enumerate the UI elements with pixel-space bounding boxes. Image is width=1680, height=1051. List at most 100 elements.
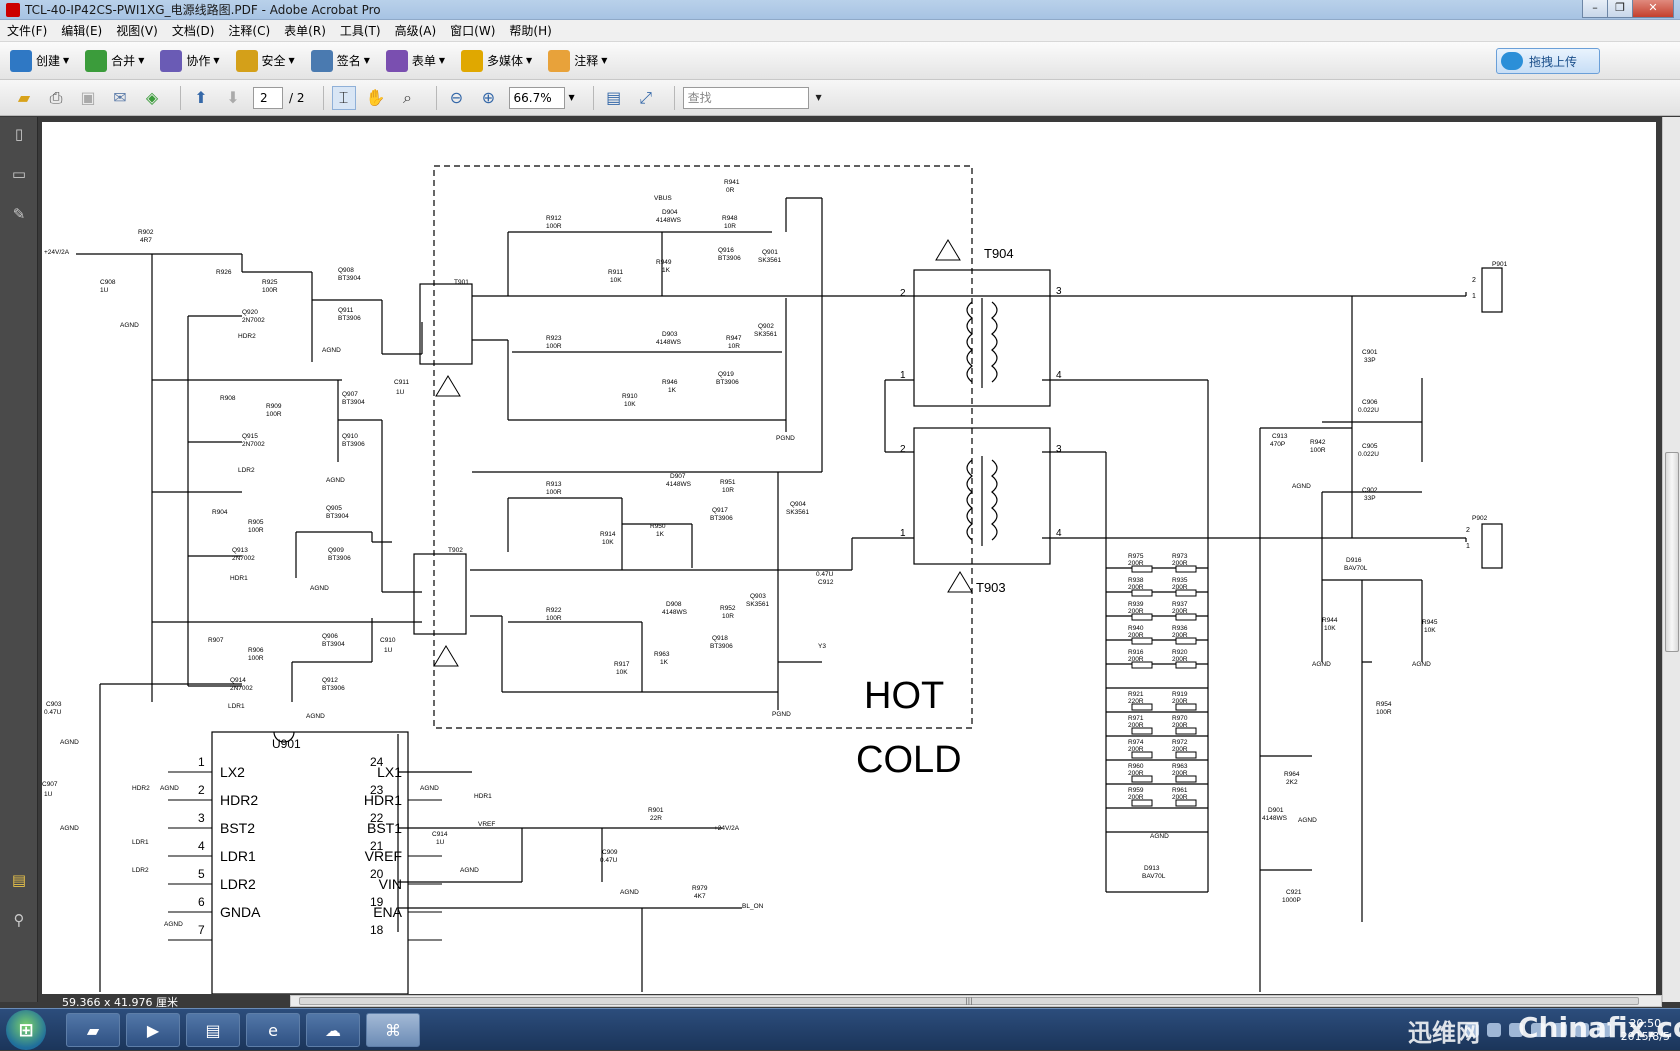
pages-panel-icon[interactable]: ▯ <box>8 123 30 145</box>
cloud-drive-task-icon[interactable]: ☁ <box>306 1013 360 1047</box>
media-player-task-icon[interactable]: ▶ <box>126 1013 180 1047</box>
task-button-5[interactable]: 表单 ▼ <box>385 49 445 72</box>
internet-explorer-task-icon[interactable]: e <box>246 1013 300 1047</box>
paperclip-icon[interactable]: ⚲ <box>8 909 30 931</box>
component-label: 1U <box>100 287 109 294</box>
component-label: HDR1 <box>230 575 248 582</box>
task-button-1[interactable]: 合并 ▼ <box>85 49 144 72</box>
vertical-scroll-thumb[interactable] <box>1665 452 1679 652</box>
explorer-task-icon[interactable]: ▰ <box>66 1013 120 1047</box>
t903-pin: 1 <box>900 528 906 539</box>
next-page-icon[interactable]: ⬇ <box>221 86 245 110</box>
component-label: R942 <box>1310 439 1326 446</box>
menu-item-0[interactable]: 文件(F) <box>0 22 54 39</box>
p902-pin: 2 <box>1466 527 1470 534</box>
select-tool-icon[interactable]: ⌶ <box>331 85 356 110</box>
component-label: R947 <box>726 335 742 342</box>
component-label: Q902 <box>758 323 774 330</box>
t904-pin: 4 <box>1056 370 1062 381</box>
resistor-value: 200R <box>1172 608 1188 615</box>
zoom-level-input[interactable]: 66.7% <box>508 86 565 109</box>
wire <box>884 379 914 453</box>
menu-item-3[interactable]: 文档(D) <box>165 22 222 39</box>
help-icon[interactable] <box>1486 1023 1501 1037</box>
page-number-input[interactable]: 2 <box>253 86 283 109</box>
task-button-3[interactable]: 安全 ▼ <box>235 49 295 72</box>
wire <box>398 827 742 992</box>
component-label: 22R <box>650 815 662 822</box>
minimize-button[interactable]: – <box>1582 0 1608 18</box>
menu-item-2[interactable]: 视图(V) <box>109 22 165 39</box>
window-switcher-task-icon[interactable]: ▤ <box>186 1013 240 1047</box>
multimedia-icon <box>461 49 484 72</box>
wire <box>397 734 523 932</box>
scrolling-mode-icon[interactable]: ▤ <box>602 86 626 110</box>
component-label: Q916 <box>718 247 734 254</box>
menu-item-4[interactable]: 注释(C) <box>221 22 277 39</box>
u901-pin-name: LX2 <box>220 764 245 780</box>
component-label: 0.022U <box>1358 407 1379 414</box>
component-label: D908 <box>666 601 682 608</box>
save-icon[interactable]: ▣ <box>76 86 100 110</box>
restore-button[interactable]: ❐ <box>1607 0 1633 18</box>
navigation-pane: ▯ ▭ ✎ ▤ ⚲ <box>0 117 38 1002</box>
task-toolbar: 创建 ▼ 合并 ▼ 协作 ▼ 安全 ▼ 签名 ▼ 表单 ▼ 多媒体 ▼ 注释 ▼ <box>0 42 1680 80</box>
comments-panel-icon[interactable]: ▤ <box>8 869 30 891</box>
start-button[interactable]: ⊞ <box>6 1010 46 1050</box>
zoom-out-icon[interactable]: ⊖ <box>445 86 469 110</box>
menu-item-6[interactable]: 工具(T) <box>333 22 388 39</box>
horizontal-scroll-thumb[interactable]: ||| <box>299 997 1639 1005</box>
upload-label: 拖拽上传 <box>1529 54 1578 69</box>
schematic-drawing: R9024R7+24V/2AC9081UAGNDR926R925100RQ908… <box>42 165 1508 994</box>
menu-item-9[interactable]: 帮助(H) <box>502 22 558 39</box>
marquee-zoom-icon[interactable]: ⌕ <box>396 86 420 110</box>
component-label: Q912 <box>322 677 338 684</box>
u901-pin-number: 5 <box>198 867 205 881</box>
signatures-panel-icon[interactable]: ✎ <box>8 203 30 225</box>
component-label: LDR2 <box>238 467 255 474</box>
close-button[interactable]: ✕ <box>1632 0 1674 18</box>
component-label: AGND <box>420 785 439 792</box>
component-label: R902 <box>138 229 154 236</box>
component-label: 4R7 <box>140 237 152 244</box>
previous-page-icon[interactable]: ⬆ <box>189 86 213 110</box>
task-button-7[interactable]: 注释 ▼ <box>548 49 607 72</box>
print-icon[interactable]: ⎙ <box>44 86 68 110</box>
component-label: 100R <box>262 287 278 294</box>
menu-item-7[interactable]: 高级(A) <box>388 22 444 39</box>
component-label: D907 <box>670 473 686 480</box>
hand-tool-icon[interactable]: ✋ <box>364 86 388 110</box>
menu-item-5[interactable]: 表单(R) <box>277 22 333 39</box>
comment-icon <box>548 49 571 72</box>
component-label: BT3906 <box>342 441 365 448</box>
component-label: R952 <box>720 605 736 612</box>
task-button-6[interactable]: 多媒体 ▼ <box>461 49 532 72</box>
email-icon[interactable]: ✉ <box>108 86 132 110</box>
find-input[interactable]: 查找 ▼ <box>682 86 822 109</box>
task-button-2[interactable]: 协作 ▼ <box>160 49 220 72</box>
warning-icon <box>935 239 961 261</box>
vertical-scrollbar[interactable] <box>1662 117 1680 1002</box>
wire <box>187 315 242 687</box>
zoom-in-icon[interactable]: ⊕ <box>477 86 501 110</box>
component-label: 100R <box>1376 709 1392 716</box>
task-button-0[interactable]: 创建 ▼ <box>10 49 69 72</box>
zoom-dropdown-icon[interactable]: ▼ <box>569 93 575 102</box>
find-dropdown-icon[interactable]: ▼ <box>816 88 822 108</box>
upload-button[interactable]: 拖拽上传 <box>1496 48 1600 74</box>
component-label: 10K <box>602 539 614 546</box>
share-icon[interactable]: ◈ <box>140 86 164 110</box>
menu-item-1[interactable]: 编辑(E) <box>54 22 109 39</box>
open-folder-icon[interactable]: ▰ <box>12 86 36 110</box>
fit-page-icon[interactable]: ⤢ <box>634 86 658 110</box>
component-label: 1000P <box>1282 897 1301 904</box>
task-button-label: 注释 <box>574 54 599 68</box>
acrobat-task-icon[interactable]: ⌘ <box>366 1013 420 1047</box>
u901-pin-number: 2 <box>198 783 205 797</box>
task-button-4[interactable]: 签名 ▼ <box>310 49 370 72</box>
attachments-panel-icon[interactable]: ▭ <box>8 163 30 185</box>
menu-item-8[interactable]: 窗口(W) <box>443 22 502 39</box>
wire <box>512 298 787 420</box>
horizontal-scrollbar[interactable]: ||| <box>290 995 1662 1007</box>
component-label: Q903 <box>750 593 766 600</box>
